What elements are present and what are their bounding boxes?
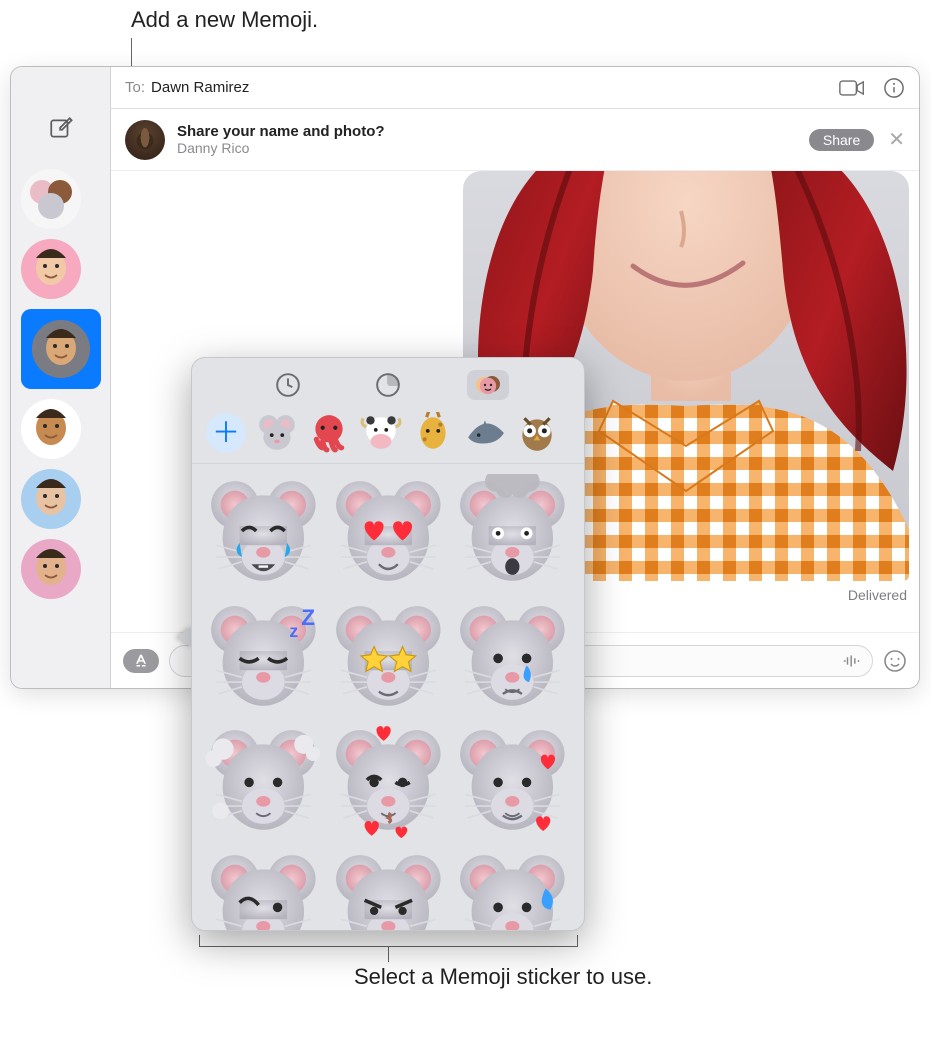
memoji-char-owl[interactable]: [516, 412, 558, 454]
to-label: To:: [125, 79, 145, 96]
sidebar-item-dawn-ramirez[interactable]: [32, 320, 90, 378]
sticker-mouse-blowing-kiss-hearts[interactable]: [329, 723, 448, 842]
clock-icon: [275, 372, 301, 398]
callout-bracket: [199, 935, 578, 947]
sidebar-item-photo-contact-1[interactable]: [21, 469, 81, 529]
close-icon[interactable]: ✕: [888, 130, 905, 150]
popover-tabs: [192, 358, 584, 408]
add-memoji-button[interactable]: ＋: [206, 413, 246, 453]
compose-icon[interactable]: [48, 115, 74, 141]
tab-memoji[interactable]: [467, 370, 509, 400]
delivered-status: Delivered: [848, 587, 907, 603]
memoji-popover: ＋ zZ: [191, 357, 585, 931]
sidebar-item-memoji-glasses[interactable]: [21, 399, 81, 459]
memoji-char-giraffe[interactable]: [412, 412, 454, 454]
facetime-icon[interactable]: [839, 78, 865, 98]
sticker-mouse-angry[interactable]: [329, 848, 448, 930]
callout-bottom: Select a Memoji sticker to use.: [354, 963, 652, 992]
conversation-header: To: Dawn Ramirez: [111, 67, 919, 109]
sidebar-item-photo-contact-2[interactable]: [21, 539, 81, 599]
avatar: [125, 120, 165, 160]
sticker-mouse-hearts-around[interactable]: [453, 723, 572, 842]
svg-text:Z: Z: [301, 605, 315, 630]
sidebar-item-group-chat[interactable]: [21, 169, 81, 229]
sticker-mouse-heart-eyes[interactable]: [329, 474, 448, 593]
share-name-photo-banner: Share your name and photo? Danny Rico Sh…: [111, 109, 919, 171]
plus-icon: ＋: [212, 419, 240, 447]
popover-arrow: [177, 626, 192, 648]
memoji-char-cow[interactable]: [360, 412, 402, 454]
audio-message-icon[interactable]: [842, 653, 864, 669]
conversation-sidebar: [11, 67, 111, 688]
apps-button[interactable]: [123, 649, 159, 673]
details-icon[interactable]: [883, 78, 905, 98]
sticker-icon: [375, 372, 401, 398]
sticker-mouse-star-eyes[interactable]: [329, 599, 448, 718]
memoji-char-shark[interactable]: [464, 412, 506, 454]
banner-title: Share your name and photo?: [177, 123, 385, 140]
sticker-mouse-sweat[interactable]: [453, 848, 572, 930]
sticker-mouse-sleeping[interactable]: zZ: [204, 599, 323, 718]
sidebar-item-memoji-pink[interactable]: [21, 239, 81, 299]
banner-subtitle: Danny Rico: [177, 140, 385, 156]
memoji-char-mouse[interactable]: [256, 412, 298, 454]
memoji-icon: [475, 372, 501, 398]
callout-top: Add a new Memoji.: [131, 6, 318, 35]
svg-text:z: z: [289, 621, 298, 641]
sticker-mouse-tear[interactable]: [453, 599, 572, 718]
sticker-mouse-head-clouds[interactable]: [204, 723, 323, 842]
callout-leader: [388, 947, 389, 962]
memoji-character-row: ＋: [192, 408, 584, 464]
share-button[interactable]: Share: [809, 129, 874, 151]
sticker-mouse-confused[interactable]: [204, 848, 323, 930]
recipient-name: Dawn Ramirez: [151, 79, 249, 96]
memoji-char-octopus[interactable]: [308, 412, 350, 454]
tab-stickers[interactable]: [367, 370, 409, 400]
sticker-mouse-laughing-tears[interactable]: [204, 474, 323, 593]
app-store-icon: [132, 652, 150, 670]
memoji-sticker-grid: zZ: [192, 464, 584, 930]
tab-recents[interactable]: [267, 370, 309, 400]
sticker-mouse-mind-blown[interactable]: [453, 474, 572, 593]
emoji-picker-icon[interactable]: [883, 649, 907, 673]
